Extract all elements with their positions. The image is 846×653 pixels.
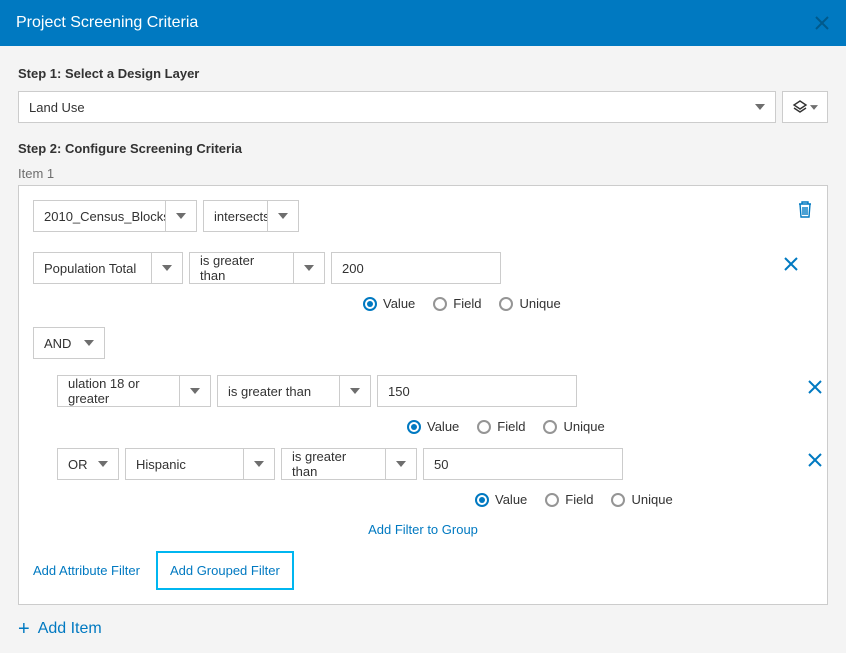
filter3-op-select[interactable]: is greater than bbox=[281, 448, 417, 480]
filter-row-2: ulation 18 or greater is greater than Va… bbox=[57, 375, 813, 434]
filter2-radio-field[interactable]: Field bbox=[477, 419, 525, 434]
plus-icon: + bbox=[18, 619, 30, 639]
modal: Project Screening Criteria Step 1: Selec… bbox=[0, 0, 846, 653]
add-filter-to-group-link[interactable]: Add Filter to Group bbox=[368, 522, 478, 537]
filter1-value-input[interactable] bbox=[331, 252, 501, 284]
filter-row-3: OR Hispanic is greater than bbox=[57, 448, 813, 507]
modal-body: Step 1: Select a Design Layer Land Use S… bbox=[0, 46, 846, 653]
radio-icon bbox=[477, 420, 491, 434]
layer-source-button[interactable] bbox=[782, 91, 828, 123]
filter-row-1: Population Total is greater than Value F… bbox=[33, 252, 813, 311]
radio-icon bbox=[475, 493, 489, 507]
filter2-radio-unique[interactable]: Unique bbox=[543, 419, 604, 434]
radio-icon bbox=[407, 420, 421, 434]
filter1-radio-field[interactable]: Field bbox=[433, 296, 481, 311]
chevron-down-icon[interactable] bbox=[385, 448, 417, 480]
bottom-links-row: Add Attribute Filter Add Grouped Filter bbox=[33, 551, 813, 590]
filter1-field: Population Total bbox=[44, 261, 136, 276]
chevron-down-icon[interactable] bbox=[151, 252, 183, 284]
filter3-op: is greater than bbox=[292, 449, 375, 479]
filter3-field: Hispanic bbox=[136, 457, 186, 472]
close-icon[interactable] bbox=[814, 15, 830, 31]
add-attribute-filter-link[interactable]: Add Attribute Filter bbox=[33, 563, 140, 578]
delete-item-button[interactable] bbox=[797, 200, 813, 218]
chevron-down-icon bbox=[84, 340, 94, 346]
filter1-radio-unique[interactable]: Unique bbox=[499, 296, 560, 311]
radio-icon bbox=[433, 297, 447, 311]
radio-icon bbox=[499, 297, 513, 311]
filter1-field-select[interactable]: Population Total bbox=[33, 252, 183, 284]
design-layer-value: Land Use bbox=[29, 100, 85, 115]
remove-filter-button[interactable] bbox=[783, 256, 799, 272]
filter3-logic-select[interactable]: OR bbox=[57, 448, 119, 480]
filter2-field: ulation 18 or greater bbox=[68, 376, 169, 406]
item-card: 2010_Census_Blocks intersects Population… bbox=[18, 185, 828, 605]
filter2-radio-value[interactable]: Value bbox=[407, 419, 459, 434]
add-filter-to-group-row: Add Filter to Group bbox=[33, 521, 813, 539]
radio-icon bbox=[545, 493, 559, 507]
spatial-op-select[interactable]: intersects bbox=[203, 200, 299, 232]
design-layer-row: Land Use bbox=[18, 91, 828, 123]
filter3-field-select[interactable]: Hispanic bbox=[125, 448, 275, 480]
add-grouped-filter-link[interactable]: Add Grouped Filter bbox=[156, 551, 294, 590]
filter3-logic: OR bbox=[68, 457, 88, 472]
chevron-down-icon bbox=[755, 104, 765, 110]
modal-header: Project Screening Criteria bbox=[0, 0, 846, 46]
chevron-down-icon[interactable] bbox=[243, 448, 275, 480]
chevron-down-icon bbox=[98, 461, 108, 467]
logic-op-row: AND bbox=[33, 327, 813, 359]
filter2-op-select[interactable]: is greater than bbox=[217, 375, 371, 407]
remove-filter-button[interactable] bbox=[807, 452, 823, 468]
filter1-op-select[interactable]: is greater than bbox=[189, 252, 325, 284]
filter1-radio-value[interactable]: Value bbox=[363, 296, 415, 311]
radio-icon bbox=[543, 420, 557, 434]
filter3-radio-unique[interactable]: Unique bbox=[611, 492, 672, 507]
modal-title: Project Screening Criteria bbox=[16, 14, 198, 32]
layer-spatial-row: 2010_Census_Blocks intersects bbox=[33, 200, 813, 232]
filter2-op: is greater than bbox=[228, 384, 311, 399]
logic-op-value: AND bbox=[44, 336, 71, 351]
filter2-field-select[interactable]: ulation 18 or greater bbox=[57, 375, 211, 407]
radio-icon bbox=[363, 297, 377, 311]
chevron-down-icon[interactable] bbox=[267, 200, 299, 232]
filter3-radio-value[interactable]: Value bbox=[475, 492, 527, 507]
chevron-down-icon bbox=[810, 105, 818, 110]
filter1-op: is greater than bbox=[200, 253, 283, 283]
add-item-label: Add Item bbox=[38, 620, 102, 638]
remove-filter-button[interactable] bbox=[807, 379, 823, 395]
layer-field-value: 2010_Census_Blocks bbox=[44, 209, 170, 224]
chevron-down-icon[interactable] bbox=[179, 375, 211, 407]
filter3-radio-field[interactable]: Field bbox=[545, 492, 593, 507]
logic-op-select[interactable]: AND bbox=[33, 327, 105, 359]
design-layer-select[interactable]: Land Use bbox=[18, 91, 776, 123]
chevron-down-icon[interactable] bbox=[339, 375, 371, 407]
step1-label: Step 1: Select a Design Layer bbox=[18, 66, 828, 81]
filter3-value-input[interactable] bbox=[423, 448, 623, 480]
radio-icon bbox=[611, 493, 625, 507]
layer-field-select[interactable]: 2010_Census_Blocks bbox=[33, 200, 197, 232]
step2-label: Step 2: Configure Screening Criteria bbox=[18, 141, 828, 156]
chevron-down-icon[interactable] bbox=[293, 252, 325, 284]
item-header: Item 1 bbox=[18, 166, 828, 181]
layers-icon bbox=[792, 99, 808, 115]
chevron-down-icon[interactable] bbox=[165, 200, 197, 232]
add-item-button[interactable]: + Add Item bbox=[18, 619, 828, 639]
spatial-op-value: intersects bbox=[214, 209, 270, 224]
filter2-value-input[interactable] bbox=[377, 375, 577, 407]
